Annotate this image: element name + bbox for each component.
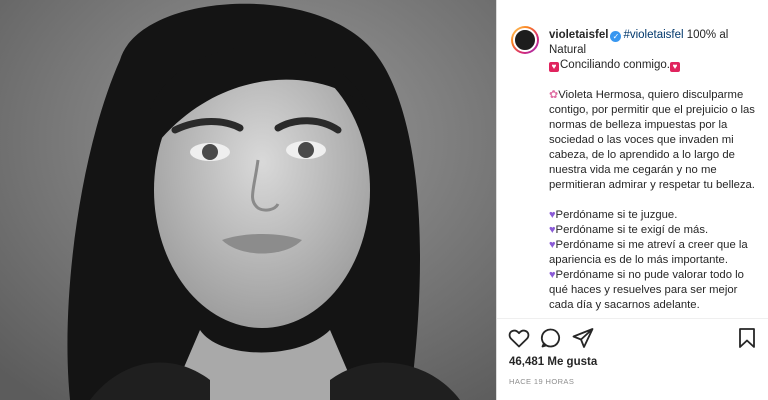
caption-line: ♥Perdóname si te juzgue.	[549, 208, 761, 223]
avatar-image	[513, 28, 537, 52]
avatar[interactable]	[511, 26, 539, 54]
caption-subtitle: Conciliando conmigo.	[560, 59, 670, 71]
heart-emoji-icon: ♥	[549, 62, 559, 72]
post-timestamp[interactable]: HACE 19 HORAS	[509, 377, 574, 386]
caption-paragraph: ✿Violeta Hermosa, quiero disculparme con…	[549, 88, 761, 193]
bookmark-icon[interactable]	[735, 326, 759, 350]
caption-line-text: Perdóname si me atreví a creer que la ap…	[549, 239, 748, 266]
heart-emoji-icon: ♥	[669, 62, 680, 72]
caption-body: ✿Violeta Hermosa, quiero disculparme con…	[549, 88, 761, 313]
caption-subtitle-row: ♥ Conciliando conmigo. ♥	[549, 58, 759, 73]
caption-line: ♥Perdóname si no pude valorar todo lo qu…	[549, 268, 761, 313]
heart-icon[interactable]	[507, 326, 531, 350]
instagram-post: violetaisfel ✓ #violetaisfel 100% al Natur…	[0, 0, 768, 400]
action-bar	[497, 322, 768, 352]
caption-line-text: Perdóname si no pude valorar todo lo qué…	[549, 269, 744, 311]
caption-line: ♥Perdóname si me atreví a creer que la a…	[549, 238, 761, 268]
post-photo[interactable]	[0, 0, 496, 400]
likes-count[interactable]: 46,481 Me gusta	[509, 356, 597, 368]
share-icon[interactable]	[571, 326, 595, 350]
caption-line: ♥Perdóname si te exigí de más.	[549, 223, 761, 238]
caption-line-text: Perdóname si te exigí de más.	[555, 224, 709, 236]
post-header: violetaisfel ✓ #violetaisfel 100% al Natur…	[497, 0, 768, 78]
portrait-image	[0, 0, 496, 400]
hashtag-link[interactable]: #violetaisfel	[623, 29, 683, 41]
username-link[interactable]: violetaisfel	[549, 29, 608, 41]
verified-badge-icon: ✓	[610, 31, 622, 42]
caption-head: violetaisfel ✓ #violetaisfel 100% al Natur…	[549, 28, 759, 73]
divider	[497, 318, 768, 319]
caption-paragraph-text: Violeta Hermosa, quiero disculparme cont…	[549, 89, 755, 191]
comment-icon[interactable]	[539, 326, 563, 350]
caption-line-text: Perdóname si te juzgue.	[555, 209, 678, 221]
post-sidebar: violetaisfel ✓ #violetaisfel 100% al Natur…	[496, 0, 768, 400]
blossom-emoji-icon: ✿	[549, 89, 559, 101]
